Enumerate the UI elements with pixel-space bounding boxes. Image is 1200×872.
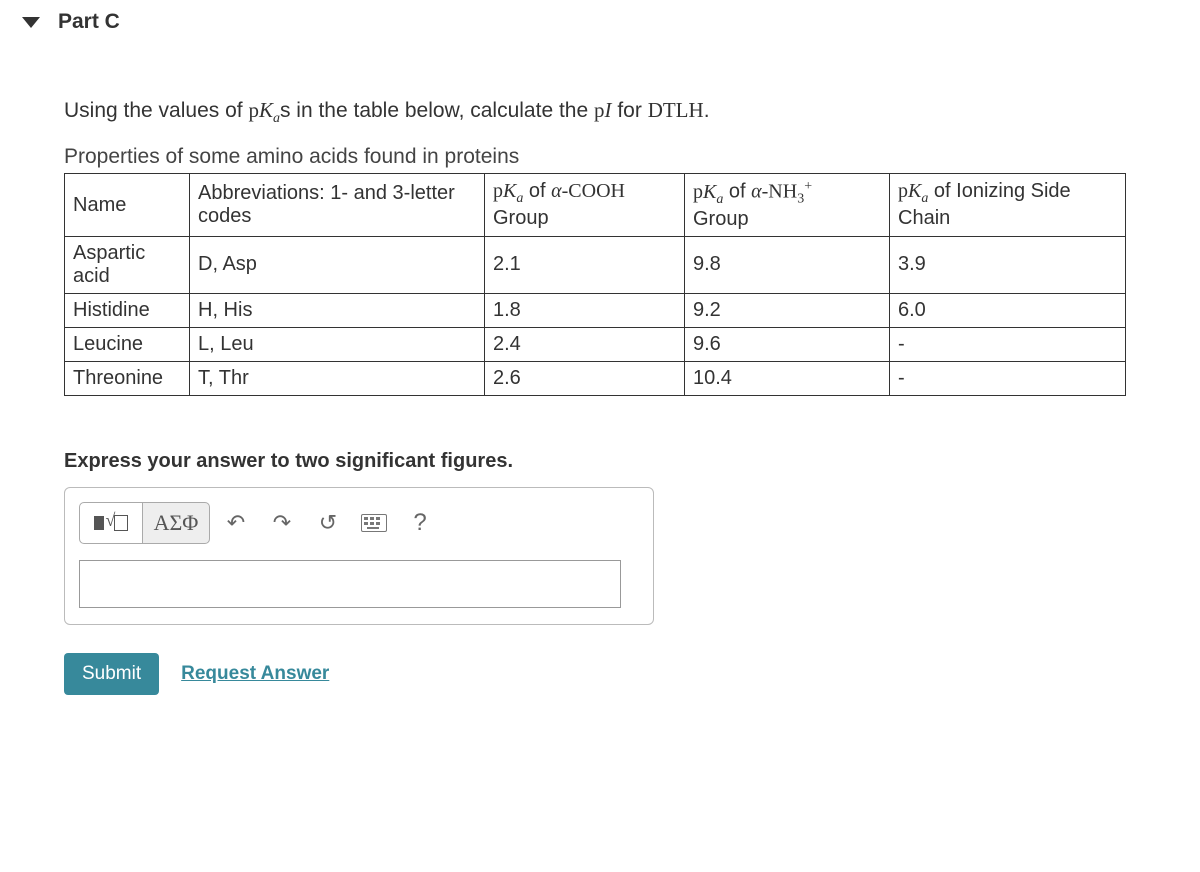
submit-button[interactable]: Submit (64, 653, 159, 695)
cell-nh3: 9.6 (685, 327, 890, 361)
cell-abbrev: L, Leu (190, 327, 485, 361)
cell-nh3: 9.2 (685, 293, 890, 327)
help-button[interactable]: ? (400, 502, 440, 544)
cell-side: 3.9 (890, 236, 1126, 293)
undo-button[interactable]: ↶ (216, 502, 256, 544)
cell-side: 6.0 (890, 293, 1126, 327)
table-caption: Properties of some amino acids found in … (64, 145, 1190, 169)
cell-cooh: 2.4 (485, 327, 685, 361)
equation-toolbar: √ ΑΣΦ ↶ ↷ ↺ ? (79, 502, 639, 544)
redo-button[interactable]: ↷ (262, 502, 302, 544)
prompt-text: Using the values of (64, 99, 248, 122)
cell-cooh: 1.8 (485, 293, 685, 327)
cell-cooh: 2.6 (485, 361, 685, 395)
request-answer-link[interactable]: Request Answer (181, 663, 329, 685)
redo-icon: ↷ (273, 510, 291, 536)
table-row: Threonine T, Thr 2.6 10.4 - (65, 361, 1126, 395)
pi-symbol: pI (594, 98, 612, 122)
cell-name: Histidine (65, 293, 190, 327)
keyboard-button[interactable] (354, 502, 394, 544)
equation-editor-button[interactable]: √ (79, 502, 143, 544)
sequence: DTLH (648, 98, 704, 122)
answer-panel: √ ΑΣΦ ↶ ↷ ↺ ? (64, 487, 654, 625)
col-side: pKa of Ionizing Side Chain (890, 174, 1126, 237)
prompt-text: . (704, 99, 710, 122)
cell-name: Threonine (65, 361, 190, 395)
col-name: Name (65, 174, 190, 237)
question-prompt: Using the values of pKas in the table be… (64, 98, 1190, 127)
greek-letters-button[interactable]: ΑΣΦ (142, 502, 210, 544)
pka-table: Name Abbreviations: 1- and 3-letter code… (64, 173, 1126, 396)
pka-symbol: pKa (248, 98, 280, 122)
keyboard-icon (361, 514, 387, 532)
action-row: Submit Request Answer (64, 653, 1190, 695)
table-row: Leucine L, Leu 2.4 9.6 - (65, 327, 1126, 361)
col-nh3: pKa of α-NH3+Group (685, 174, 890, 237)
cell-side: - (890, 327, 1126, 361)
col-abbrev: Abbreviations: 1- and 3-letter codes (190, 174, 485, 237)
table-row: Aspartic acid D, Asp 2.1 9.8 3.9 (65, 236, 1126, 293)
cell-nh3: 10.4 (685, 361, 890, 395)
answer-input[interactable] (79, 560, 621, 608)
part-header[interactable]: Part C (22, 8, 1190, 48)
part-title: Part C (58, 10, 120, 34)
cell-nh3: 9.8 (685, 236, 890, 293)
cell-name: Aspartic acid (65, 236, 190, 293)
prompt-text: in the table below, calculate the (290, 99, 594, 122)
cell-abbrev: T, Thr (190, 361, 485, 395)
cell-side: - (890, 361, 1126, 395)
cell-abbrev: D, Asp (190, 236, 485, 293)
root-icon (114, 515, 128, 531)
cursor-icon (94, 516, 104, 530)
undo-icon: ↶ (227, 510, 245, 536)
reset-icon: ↺ (319, 510, 337, 536)
reset-button[interactable]: ↺ (308, 502, 348, 544)
answer-instruction: Express your answer to two significant f… (64, 450, 1190, 473)
cell-abbrev: H, His (190, 293, 485, 327)
prompt-text: s (280, 99, 291, 122)
table-row: Histidine H, His 1.8 9.2 6.0 (65, 293, 1126, 327)
collapse-icon (22, 17, 40, 28)
col-cooh: pKa of α-COOHGroup (485, 174, 685, 237)
cell-name: Leucine (65, 327, 190, 361)
cell-cooh: 2.1 (485, 236, 685, 293)
prompt-text: for (612, 99, 648, 122)
help-icon: ? (413, 509, 426, 537)
